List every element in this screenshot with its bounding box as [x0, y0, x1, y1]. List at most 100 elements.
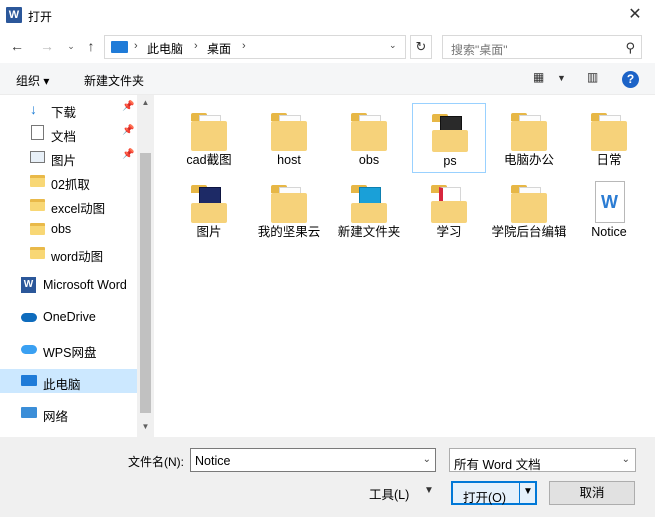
- breadcrumb-desktop[interactable]: 桌面: [207, 40, 231, 57]
- sidebar-item-onedrive[interactable]: OneDrive: [0, 305, 137, 329]
- folder-icon: [271, 181, 307, 223]
- sidebar-item-label: Microsoft Word: [43, 278, 127, 292]
- sidebar-item-pictures[interactable]: 图片 📌: [0, 145, 137, 169]
- sidebar-item-label: obs: [51, 222, 72, 236]
- pin-icon[interactable]: 📌: [122, 149, 134, 160]
- filetype-select[interactable]: 所有 Word 文档 ⌄: [449, 448, 636, 472]
- folder-icon: [271, 109, 307, 151]
- sidebar-item-downloads[interactable]: ↓ 下载 📌: [0, 97, 137, 121]
- sidebar-item-this-pc[interactable]: 此电脑: [0, 369, 137, 393]
- file-item[interactable]: cad截图: [172, 103, 246, 173]
- folder-icon: [30, 223, 45, 235]
- picture-icon: [30, 151, 45, 163]
- sidebar-item-documents[interactable]: 文档 📌: [0, 121, 137, 145]
- file-name: 图片: [196, 225, 222, 239]
- word-icon: W: [21, 277, 36, 293]
- file-name: 我的坚果云: [257, 225, 321, 239]
- sidebar-item-microsoft-word[interactable]: W Microsoft Word: [0, 273, 137, 297]
- sidebar-item-wps-cloud[interactable]: WPS网盘: [0, 337, 137, 361]
- sidebar-item-excel-gif[interactable]: excel动图: [0, 193, 137, 217]
- arrow-up-icon[interactable]: ↑: [82, 37, 100, 55]
- chevron-down-icon[interactable]: ⌄: [622, 454, 630, 465]
- chevron-right-icon[interactable]: ›: [242, 40, 246, 52]
- sidebar-item-label: 02抓取: [51, 178, 90, 192]
- chevron-right-icon[interactable]: ›: [134, 40, 138, 52]
- sidebar-item-label: excel动图: [51, 202, 106, 216]
- chevron-down-icon[interactable]: ▼: [523, 486, 533, 497]
- chevron-down-icon[interactable]: ▼: [557, 73, 566, 83]
- word-logo-icon: W: [6, 7, 22, 23]
- refresh-icon[interactable]: ↻: [410, 35, 432, 59]
- open-button[interactable]: 打开(O) ▼: [451, 481, 537, 505]
- scroll-down-icon[interactable]: ▼: [138, 422, 153, 431]
- folder-icon: [511, 109, 547, 151]
- arrow-left-icon[interactable]: ←: [8, 37, 26, 55]
- chevron-down-icon[interactable]: ⌄: [62, 37, 80, 55]
- scrollbar-thumb[interactable]: [140, 153, 151, 413]
- breadcrumb-this-pc[interactable]: 此电脑: [147, 40, 183, 57]
- folder-icon: [432, 110, 468, 152]
- sidebar-item-network[interactable]: 网络: [0, 401, 137, 425]
- file-name: ps: [443, 154, 457, 168]
- computer-icon: [21, 375, 37, 386]
- file-name: host: [277, 153, 301, 167]
- file-item[interactable]: 新建文件夹: [332, 175, 406, 245]
- sidebar-item-label: 此电脑: [43, 378, 81, 392]
- help-icon[interactable]: ?: [622, 71, 639, 88]
- folder-icon: [30, 247, 45, 259]
- split-divider: [519, 483, 520, 503]
- folder-icon: [351, 181, 387, 223]
- scroll-up-icon[interactable]: ▲: [138, 98, 153, 107]
- file-item[interactable]: W Notice: [572, 175, 646, 245]
- preview-pane-icon[interactable]: ▥: [587, 70, 598, 84]
- sidebar-item-label: 下载: [51, 106, 77, 120]
- open-button-label: 打开(O): [463, 491, 507, 505]
- pin-icon[interactable]: 📌: [122, 125, 134, 136]
- sidebar-item-word-gif[interactable]: word动图: [0, 241, 137, 265]
- file-item[interactable]: 电脑办公: [492, 103, 566, 173]
- file-list: cad截图 host obs ps 电脑办公 日常 图片 我的坚果云 新建文件夹…: [154, 95, 655, 437]
- close-icon[interactable]: ✕: [615, 0, 655, 30]
- file-name: obs: [358, 153, 380, 167]
- sidebar-item-02[interactable]: 02抓取: [0, 169, 137, 193]
- file-name: 学习: [436, 225, 462, 239]
- address-bar[interactable]: › 此电脑 › 桌面 › ⌄: [104, 35, 406, 59]
- filetype-value: 所有 Word 文档: [454, 458, 541, 472]
- navigation-pane: ↓ 下载 📌 文档 📌 图片 📌 02抓取 excel动图 obs word动图…: [0, 95, 154, 437]
- sidebar-item-obs[interactable]: obs: [0, 217, 137, 241]
- folder-icon: [591, 109, 627, 151]
- chevron-down-icon[interactable]: ⌄: [423, 454, 431, 465]
- chevron-down-icon[interactable]: ▼: [424, 485, 434, 496]
- file-item[interactable]: 我的坚果云: [252, 175, 326, 245]
- download-icon: ↓: [30, 101, 37, 117]
- filename-label: 文件名(N):: [128, 455, 184, 469]
- file-item[interactable]: ps: [412, 103, 486, 173]
- file-item[interactable]: 日常: [572, 103, 646, 173]
- search-input[interactable]: 搜索"桌面" ⚲: [442, 35, 642, 59]
- search-placeholder: 搜索"桌面": [451, 43, 508, 57]
- folder-icon: [431, 181, 467, 223]
- filename-field[interactable]: Notice ⌄: [190, 448, 436, 472]
- file-item[interactable]: host: [252, 103, 326, 173]
- view-options-icon[interactable]: ▦: [533, 70, 544, 84]
- file-name: 新建文件夹: [337, 225, 401, 239]
- folder-icon: [191, 109, 227, 151]
- sidebar-item-label: 网络: [43, 410, 69, 424]
- folder-icon: [511, 181, 547, 223]
- folder-icon: [351, 109, 387, 151]
- chevron-right-icon[interactable]: ›: [194, 40, 198, 52]
- tools-button[interactable]: 工具(L): [369, 484, 409, 503]
- organize-button[interactable]: 组织 ▾: [16, 72, 49, 89]
- arrow-right-icon[interactable]: →: [38, 37, 56, 55]
- file-item[interactable]: obs: [332, 103, 406, 173]
- file-item[interactable]: 图片: [172, 175, 246, 245]
- chevron-down-icon[interactable]: ⌄: [389, 40, 397, 51]
- file-item[interactable]: 学院后台编辑: [491, 175, 567, 245]
- dialog-footer: 文件名(N): Notice ⌄ 所有 Word 文档 ⌄ 工具(L) ▼ 打开…: [0, 437, 655, 517]
- new-folder-button[interactable]: 新建文件夹: [84, 72, 144, 89]
- pin-icon[interactable]: 📌: [122, 101, 134, 112]
- folder-icon: [191, 181, 227, 223]
- cancel-button[interactable]: 取消: [549, 481, 635, 505]
- search-icon[interactable]: ⚲: [625, 40, 635, 56]
- file-item[interactable]: 学习: [412, 175, 486, 245]
